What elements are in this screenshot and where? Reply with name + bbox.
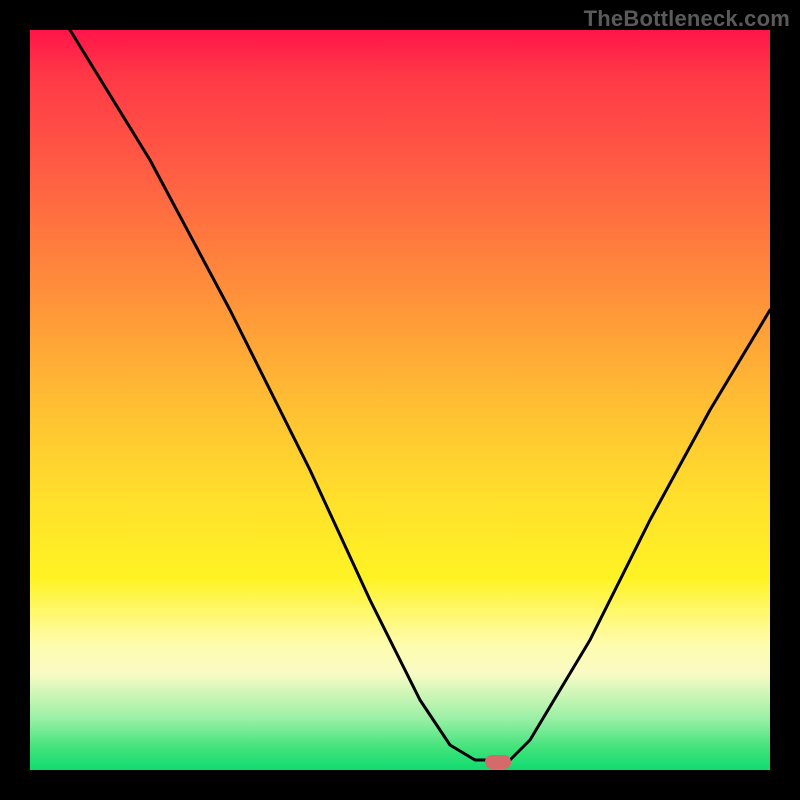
watermark-text: TheBottleneck.com [584, 6, 790, 32]
optimal-marker [485, 755, 511, 769]
bottleneck-curve [30, 30, 770, 770]
plot-area [30, 30, 770, 770]
chart-frame: TheBottleneck.com [0, 0, 800, 800]
